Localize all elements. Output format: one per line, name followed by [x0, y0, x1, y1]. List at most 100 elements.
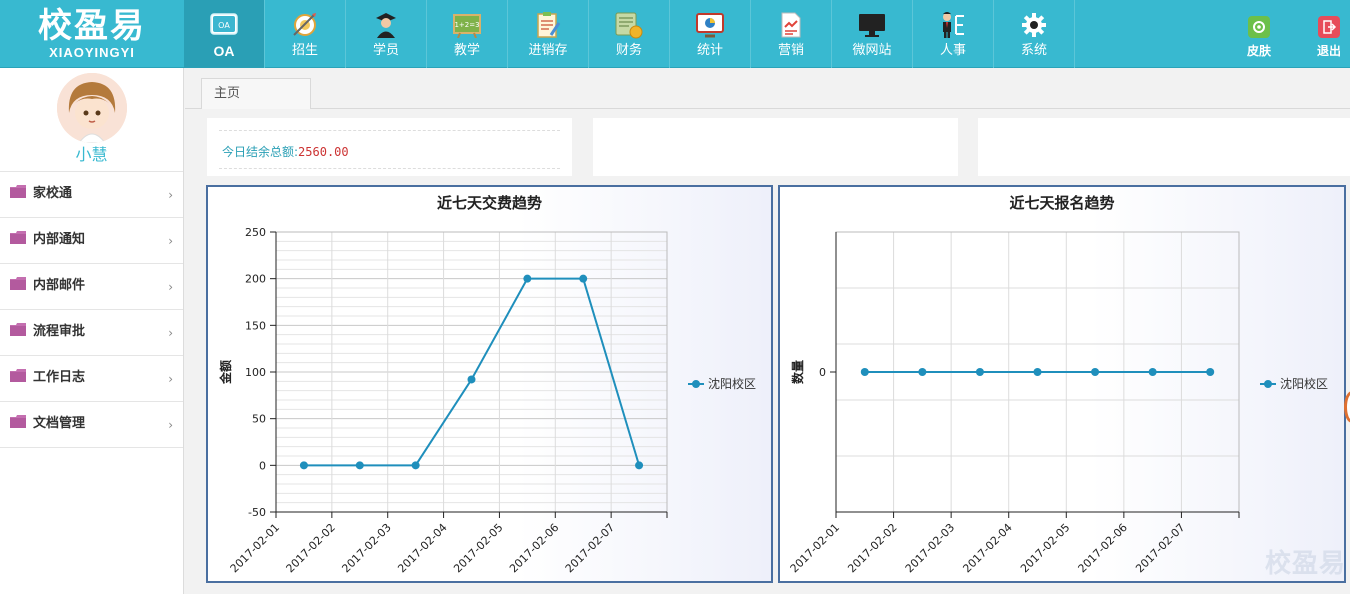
y-tick-label: 0 — [259, 459, 266, 472]
legend-label: 沈阳校区 — [1280, 377, 1329, 391]
legend-label: 沈阳校区 — [708, 377, 757, 391]
y-tick-label: 150 — [245, 319, 266, 332]
x-tick-label: 2017-02-06 — [507, 521, 561, 575]
logo-text: 校盈易 — [38, 6, 146, 46]
x-tick-label: 2017-02-03 — [339, 521, 393, 575]
folder-icon — [10, 185, 26, 198]
recruit-icon — [290, 10, 320, 40]
nav-inventory[interactable]: 进销存 — [508, 0, 589, 68]
sidebar-item-internal-notice[interactable]: 内部通知 › — [0, 218, 183, 264]
x-tick-label: 2017-02-02 — [284, 521, 338, 575]
nav-finance[interactable]: 财务 — [589, 0, 670, 68]
finance-icon — [614, 10, 644, 40]
balance-label: 今日结余总额: — [222, 145, 299, 159]
nav-marketing[interactable]: 营销 — [751, 0, 832, 68]
nav-label: 招生 — [291, 43, 318, 58]
user-name[interactable]: 小慧 — [0, 145, 183, 165]
oa-icon: OA — [209, 10, 239, 40]
nav-microsite[interactable]: 微网站 — [832, 0, 913, 68]
data-point — [467, 375, 476, 384]
folder-icon — [10, 231, 26, 244]
balance-value: 2560.00 — [298, 145, 349, 159]
nav-statistics[interactable]: 统计 — [670, 0, 751, 68]
chevron-right-icon: › — [168, 372, 173, 386]
chevron-right-icon: › — [168, 280, 173, 294]
nav-hr[interactable]: 人事 — [913, 0, 994, 68]
nav-oa[interactable]: OA OA — [184, 0, 265, 68]
data-point — [635, 461, 644, 470]
legend-marker — [688, 379, 704, 388]
chart-legend[interactable]: 沈阳校区 — [1260, 375, 1328, 392]
data-point — [918, 368, 927, 376]
data-point — [975, 368, 984, 376]
sidebar-item-work-log[interactable]: 工作日志 › — [0, 356, 183, 402]
data-point — [411, 461, 420, 470]
nav-label: 微网站 — [852, 43, 892, 58]
marketing-icon — [776, 10, 806, 40]
grid — [275, 231, 668, 513]
skin-label: 皮肤 — [1246, 44, 1271, 58]
x-tick-label: 2017-02-01 — [788, 521, 842, 575]
data-point — [860, 368, 869, 376]
summary-card: 今日结余总额:2560.00 — [207, 118, 572, 176]
x-tick-label: 2017-02-04 — [395, 521, 449, 575]
nav-system[interactable]: 系统 — [994, 0, 1075, 68]
logout-label: 退出 — [1316, 44, 1341, 58]
nav-recruit[interactable]: 招生 — [265, 0, 346, 68]
skin-icon — [1248, 16, 1270, 38]
sidebar: 小慧 家校通 › 内部通知 › 内部邮件 › 流程审批 › 工作日志 › 文档管… — [0, 68, 184, 594]
app-logo[interactable]: 校盈易 XIAOYINGYI — [0, 0, 184, 68]
x-tick-label: 2017-02-07 — [563, 521, 617, 575]
summary-card-2 — [593, 118, 958, 176]
sidebar-item-home-school[interactable]: 家校通 › — [0, 172, 183, 218]
sidebar-item-label: 家校通 — [33, 186, 73, 201]
x-tick-label: 2017-02-05 — [451, 521, 505, 575]
x-tick-label: 2017-02-04 — [960, 521, 1014, 575]
main-nav: OA OA 招生 学员 1+2=3 教学 进销存 财务 统计 营销 微网站 人事… — [184, 0, 1075, 68]
nav-label: 财务 — [615, 43, 642, 58]
folder-icon — [10, 277, 26, 290]
nav-label: 教学 — [453, 43, 480, 58]
chevron-right-icon: › — [168, 188, 173, 202]
balance-summary: 今日结余总额:2560.00 — [222, 143, 349, 160]
chart-legend[interactable]: 沈阳校区 — [688, 375, 756, 392]
user-profile: 小慧 — [0, 73, 183, 172]
data-point — [1033, 368, 1042, 376]
nav-label: 营销 — [777, 43, 804, 58]
nav-teaching[interactable]: 1+2=3 教学 — [427, 0, 508, 68]
avatar[interactable] — [56, 73, 127, 143]
sidebar-item-label: 内部邮件 — [33, 278, 86, 293]
folder-icon — [10, 415, 26, 428]
enrollment-trend-chart: 近七天报名趋势 0 2017-02-01 2017-02-02 2017-02-03 2… — [778, 185, 1346, 583]
legend-marker — [1260, 379, 1276, 388]
svg-text:OA: OA — [218, 21, 230, 30]
student-icon — [371, 10, 401, 40]
main-content: 今日结余总额:2560.00 近七天交费趋势 -50 0 50 100 150 200 25… — [185, 109, 1350, 594]
x-tick-label: 2017-02-03 — [903, 521, 957, 575]
data-point — [1091, 368, 1100, 376]
sidebar-item-internal-mail[interactable]: 内部邮件 › — [0, 264, 183, 310]
logo-subtext: XIAOYINGYI — [49, 45, 135, 60]
y-tick-label: 250 — [245, 226, 266, 239]
summary-card-3 — [978, 118, 1350, 176]
nav-student[interactable]: 学员 — [346, 0, 427, 68]
sidebar-item-documents[interactable]: 文档管理 › — [0, 402, 183, 448]
data-point — [1206, 368, 1215, 376]
chevron-right-icon: › — [168, 234, 173, 248]
tab-home[interactable]: 主页 — [201, 78, 311, 109]
nav-label: OA — [213, 43, 235, 59]
x-tick-label: 2017-02-06 — [1076, 521, 1130, 575]
x-tick-label: 2017-02-07 — [1133, 521, 1187, 575]
top-navigation-bar: 校盈易 XIAOYINGYI OA OA 招生 学员 1+2=3 教学 进销存 … — [0, 0, 1350, 68]
sidebar-item-label: 文档管理 — [33, 416, 86, 431]
hr-icon — [938, 10, 968, 40]
divider — [219, 130, 560, 131]
sidebar-item-label: 内部通知 — [33, 232, 86, 247]
folder-icon — [10, 323, 26, 336]
chevron-right-icon: › — [168, 418, 173, 432]
sidebar-item-approval[interactable]: 流程审批 › — [0, 310, 183, 356]
y-tick-label: 100 — [245, 366, 266, 379]
logout-button[interactable]: 退出 — [1299, 0, 1350, 68]
skin-button[interactable]: 皮肤 — [1229, 0, 1289, 68]
sidebar-item-label: 工作日志 — [33, 370, 86, 385]
